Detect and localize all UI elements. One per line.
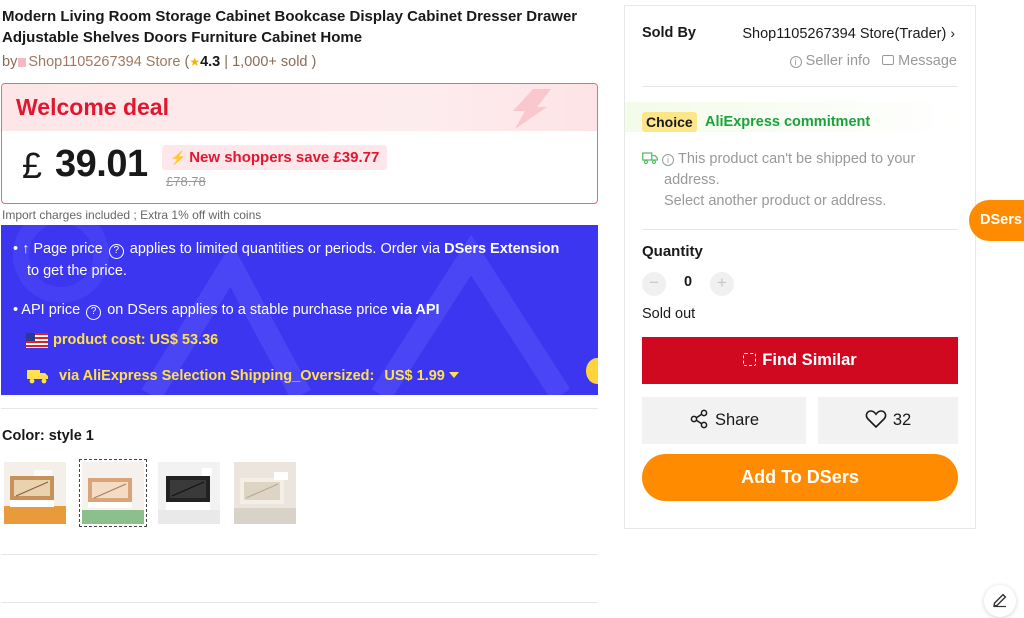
message-icon [882,55,895,65]
seller-store-link[interactable]: Shop1105267394 Store(Trader) › [742,25,955,42]
find-similar-label: Find Similar [762,351,857,369]
quantity-value[interactable]: 0 [684,274,692,290]
shipping-cost-value: US$ 1.99 [384,368,445,384]
cabinet-image-3 [158,462,220,524]
product-title: Modern Living Room Storage Cabinet Bookc… [2,8,578,46]
page-price-help-icon[interactable]: ? [108,244,124,259]
dsers-price-panel: • ↑ Page price ? applies to limited quan… [1,225,598,395]
product-cost: product cost: US$ 53.36 [53,332,218,348]
panel-divider-2 [642,229,958,230]
wishlist-button[interactable]: 32 [818,397,958,444]
info-icon: i [789,56,802,68]
cabinet-image-4 [234,462,296,524]
us-flag-icon [26,333,48,348]
share-icon [690,409,708,429]
product-cost-label: product cost: [53,332,146,348]
pencil-icon [993,593,1007,608]
page-price-label: • ↑ Page price [13,241,103,257]
sold-separator: | [224,54,229,70]
dsers-floating-tab[interactable]: DSers [969,200,1024,241]
message-link[interactable]: Message [898,53,957,69]
sold-count: 1,000+ sold ) [232,54,317,70]
heart-icon [865,410,887,429]
caret-down-icon [448,372,459,378]
via-api-text: via API [391,302,440,318]
welcome-deal-label: Welcome deal [16,94,169,120]
share-button[interactable]: Share [642,397,806,444]
shipping-method-label: via AliExpress Selection Shipping_Oversi… [59,368,375,384]
stock-status: Sold out [642,306,696,322]
shipping-warning-line1: This product can't be shipped to your [678,151,916,167]
original-price: £78.78 [166,174,206,189]
quantity-label: Quantity [642,243,703,260]
store-byline: by Shop1105267394 Store (★4.3 | 1,000+ so… [2,54,316,70]
truck-icon [27,370,48,384]
scan-icon [743,353,757,366]
flash-decoration-icon [513,89,551,129]
edit-floating-button[interactable] [984,585,1016,617]
quantity-decrement-button[interactable]: − [642,272,666,296]
choice-commitment-link[interactable]: AliExpress commitment [705,114,870,130]
info-icon: i [662,154,674,166]
api-price-label: • API price [13,302,81,318]
color-variant-label: Color: style 1 [2,428,94,444]
bolt-icon: ⚡ [170,150,187,165]
cabinet-image-1 [4,462,66,524]
shipping-warning: i This product can't be shipped to your a… [642,149,915,212]
import-charges-note: Import charges included ; Extra 1% off w… [2,208,262,222]
price-currency: £ [22,145,43,186]
chevron-right-icon: › [950,25,955,41]
find-similar-button[interactable]: Find Similar [642,337,958,384]
api-price-help-icon[interactable]: ? [86,305,102,320]
variant-thumb-4[interactable] [234,462,296,524]
wishlist-count: 32 [892,411,912,429]
new-shopper-badge: ⚡ New shoppers save £39.77 [162,145,388,170]
store-link[interactable]: Shop1105267394 Store [28,54,180,70]
cabinet-image-2 [82,462,144,524]
add-to-dsers-button[interactable]: Add To DSers [642,454,958,501]
page-price-note-cont: to get the price. [27,263,127,279]
api-price-text: on DSers applies to a stable purchase pr… [107,302,388,318]
section-divider-2 [1,554,598,555]
dsers-extension-link[interactable]: DSers Extension [444,241,559,257]
welcome-deal-box: Welcome deal £ 39.01 ⚡ New shoppers save … [1,83,598,204]
page-price-note: • ↑ Page price ? applies to limited quan… [13,241,559,259]
api-price-note: • API price ? on DSers applies to a stab… [13,302,440,320]
share-label: Share [714,411,760,429]
variant-thumb-1[interactable] [4,462,66,524]
seller-links: i Seller info Message [789,53,957,69]
price-amount: 39.01 [55,143,148,185]
section-divider [1,408,598,409]
star-icon: ★ [189,55,201,69]
seller-store-name: Shop1105267394 Store(Trader) [742,26,947,42]
shipping-method-select[interactable]: via AliExpress Selection Shipping_Oversi… [59,368,459,384]
rating-value: 4.3 [200,54,221,70]
panel-divider [642,86,958,87]
variant-thumb-2-selected[interactable] [79,459,147,527]
shipping-warning-line2: address. [664,172,720,188]
choice-badge: Choice [642,112,697,132]
seller-info-link[interactable]: Seller info [806,53,870,69]
quantity-increment-button[interactable]: + [710,272,734,296]
page-price-text: applies to limited quantities or periods… [129,241,441,257]
sold-by-label: Sold By [642,25,696,41]
save-text: New shoppers save £39.77 [189,149,380,166]
section-divider-3 [1,602,598,603]
purchase-panel: Sold By Shop1105267394 Store(Trader) › iS… [624,5,976,529]
price-row: £ 39.01 ⚡ New shoppers save £39.77 £78.78 [2,131,597,203]
truck-outline-icon [642,152,658,164]
store-icon [18,58,27,67]
product-cost-value: US$ 53.36 [149,332,219,348]
shipping-warning-line3: Select another product or address. [664,193,887,209]
deal-header: Welcome deal [2,84,597,131]
by-prefix: by [2,54,18,70]
variant-thumb-3[interactable] [158,462,220,524]
